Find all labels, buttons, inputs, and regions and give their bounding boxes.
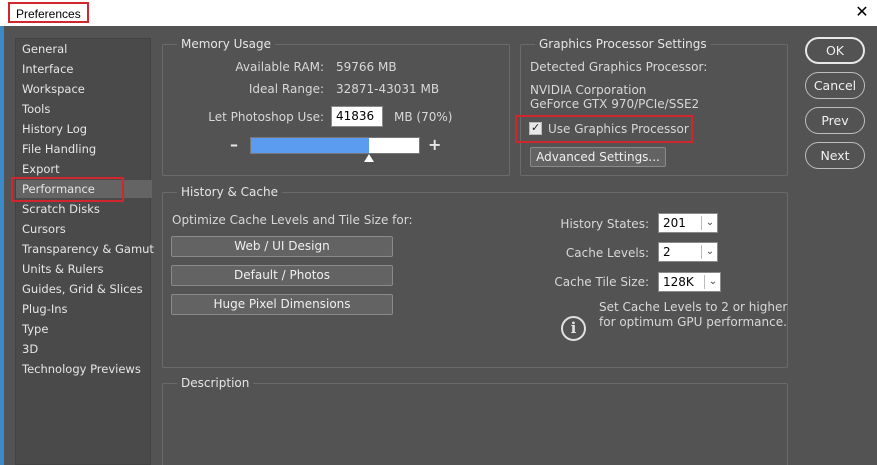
let-photoshop-use-label: Let Photoshop Use: <box>208 110 324 124</box>
preferences-sidebar: General Interface Workspace Tools Histor… <box>15 38 154 465</box>
sidebar-item-cursors[interactable]: Cursors <box>16 220 152 238</box>
sidebar-item-tools[interactable]: Tools <box>16 100 152 118</box>
gpu-highlight-box <box>515 115 693 143</box>
select-divider <box>701 216 702 230</box>
sidebar-item-units-rulers[interactable]: Units & Rulers <box>16 260 152 278</box>
cache-levels-label: Cache Levels: <box>565 246 649 260</box>
cache-levels-select[interactable]: 2 ⌄ <box>658 242 718 262</box>
memory-amount-input[interactable]: 41836 <box>331 106 383 127</box>
title-bar: Preferences ✕ <box>0 0 877 26</box>
history-states-label: History States: <box>560 217 649 231</box>
ideal-range-label: Ideal Range: <box>248 82 324 96</box>
sidebar-item-general[interactable]: General <box>16 40 152 58</box>
cache-tile-size-label: Cache Tile Size: <box>554 275 649 289</box>
gpu-cache-tip-line2: for optimum GPU performance. <box>599 315 787 329</box>
advanced-settings-button[interactable]: Advanced Settings... <box>530 147 666 167</box>
available-ram-value: 59766 MB <box>336 60 397 74</box>
gpu-vendor: NVIDIA Corporation <box>530 83 647 97</box>
sidebar-item-export[interactable]: Export <box>16 160 152 178</box>
chevron-down-icon: ⌄ <box>705 246 715 257</box>
gpu-cache-tip-line1: Set Cache Levels to 2 or higher <box>599 300 788 314</box>
next-button[interactable]: Next <box>805 142 865 169</box>
chevron-down-icon: ⌄ <box>708 276 718 287</box>
sidebar-item-type[interactable]: Type <box>16 320 152 338</box>
ideal-range-value: 32871-43031 MB <box>336 82 440 96</box>
history-states-select[interactable]: 201 ⌄ <box>658 213 718 233</box>
available-ram-label: Available RAM: <box>235 60 324 74</box>
sidebar-item-history-log[interactable]: History Log <box>16 120 152 138</box>
history-cache-legend: History & Cache <box>177 185 282 199</box>
prev-button[interactable]: Prev <box>805 107 865 134</box>
sidebar-item-plug-ins[interactable]: Plug-Ins <box>16 300 152 318</box>
huge-pixel-dimensions-button[interactable]: Huge Pixel Dimensions <box>171 294 393 315</box>
sidebar-item-technology-previews[interactable]: Technology Previews <box>16 360 152 378</box>
gpu-model: GeForce GTX 970/PCIe/SSE2 <box>530 97 700 111</box>
sidebar-item-transparency-gamut[interactable]: Transparency & Gamut <box>16 240 154 258</box>
chevron-down-icon: ⌄ <box>705 217 715 228</box>
sidebar-item-3d[interactable]: 3D <box>16 340 152 358</box>
sidebar-item-guides-grid-slices[interactable]: Guides, Grid & Slices <box>16 280 152 298</box>
sidebar-item-scratch-disks[interactable]: Scratch Disks <box>16 200 152 218</box>
info-icon: i <box>561 316 586 341</box>
cache-levels-value: 2 <box>663 245 671 259</box>
history-states-value: 201 <box>663 216 686 230</box>
default-photos-button[interactable]: Default / Photos <box>171 265 393 286</box>
memory-increase-icon[interactable]: + <box>428 137 441 153</box>
memory-usage-legend: Memory Usage <box>177 37 276 51</box>
memory-unit-label: MB (70%) <box>394 110 453 124</box>
sidebar-item-file-handling[interactable]: File Handling <box>16 140 152 158</box>
sidebar-item-workspace[interactable]: Workspace <box>16 80 152 98</box>
memory-decrease-icon[interactable]: – <box>230 137 238 153</box>
memory-slider[interactable] <box>250 137 420 154</box>
performance-highlight-box <box>11 177 124 202</box>
gpu-settings-legend: Graphics Processor Settings <box>535 37 711 51</box>
sidebar-item-interface[interactable]: Interface <box>16 60 152 78</box>
memory-slider-thumb[interactable] <box>364 154 374 162</box>
cancel-button[interactable]: Cancel <box>805 72 865 99</box>
window-title: Preferences <box>8 2 89 23</box>
select-divider <box>701 245 702 259</box>
description-group <box>162 383 788 465</box>
web-ui-design-button[interactable]: Web / UI Design <box>171 236 393 257</box>
memory-slider-fill <box>251 138 369 153</box>
window-left-edge <box>0 26 4 465</box>
ok-button[interactable]: OK <box>805 37 865 64</box>
cache-tile-size-select[interactable]: 128K ⌄ <box>658 272 721 292</box>
cache-tile-size-value: 128K <box>663 275 694 289</box>
select-divider <box>704 275 705 289</box>
description-legend: Description <box>177 376 254 390</box>
optimize-cache-label: Optimize Cache Levels and Tile Size for: <box>172 213 413 227</box>
detected-gpu-label: Detected Graphics Processor: <box>530 60 708 74</box>
close-icon[interactable]: ✕ <box>853 3 871 21</box>
